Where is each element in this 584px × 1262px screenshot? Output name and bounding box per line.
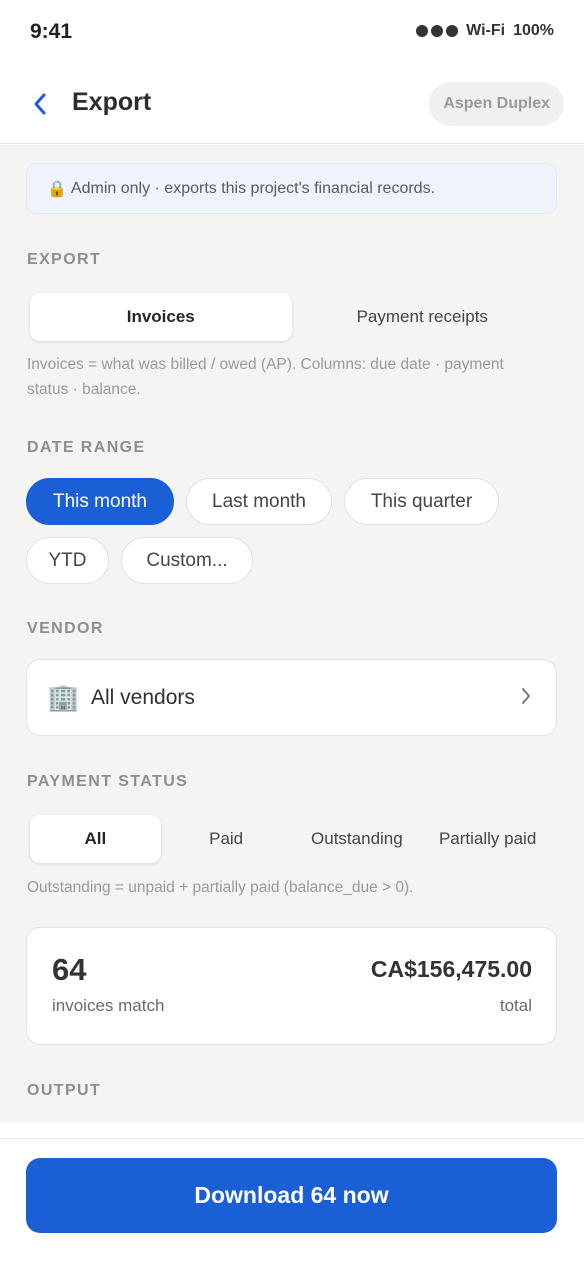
match-summary-card: 64 invoices match CA$156,475.00 total	[26, 927, 557, 1045]
chip-this-month[interactable]: This month	[26, 478, 174, 525]
segment-payment-receipts[interactable]: Payment receipts	[292, 293, 554, 341]
export-type-segmented: Invoices Payment receipts	[26, 289, 557, 345]
back-button[interactable]	[24, 88, 56, 120]
chip-this-quarter[interactable]: This quarter	[344, 478, 499, 525]
segment-paid[interactable]: Paid	[161, 815, 292, 863]
payment-status-segmented: All Paid Outstanding Partially paid	[26, 811, 557, 867]
chevron-right-icon	[522, 688, 530, 704]
admin-notice-text: Admin only · exports this project's fina…	[70, 179, 436, 197]
status-time: 9:41	[30, 20, 73, 43]
battery-label: 100%	[513, 22, 554, 39]
wifi-label: Wi-Fi	[466, 22, 506, 39]
vendor-label: VENDOR	[27, 620, 104, 637]
date-range-label: DATE RANGE	[27, 439, 146, 456]
vendor-select[interactable]: 🏢 All vendors	[26, 659, 557, 736]
match-total: CA$156,475.00	[370, 956, 532, 982]
chip-last-month[interactable]: Last month	[186, 478, 332, 525]
nav-bar: Export Aspen Duplex	[0, 64, 584, 144]
download-button[interactable]: Download 64 now	[26, 1158, 557, 1233]
status-bar: 9:41 Wi-Fi 100%	[0, 0, 584, 64]
project-chip[interactable]: Aspen Duplex	[429, 82, 564, 126]
payment-status-hint: Outstanding = unpaid + partially paid (b…	[27, 879, 414, 896]
output-label: OUTPUT	[27, 1082, 102, 1099]
chip-ytd[interactable]: YTD	[26, 537, 109, 584]
segment-all[interactable]: All	[30, 815, 161, 863]
chevron-left-icon	[34, 93, 46, 115]
signal-icon	[416, 25, 459, 37]
export-hint: Invoices = what was billed / owed (AP). …	[27, 356, 504, 398]
payment-status-label: PAYMENT STATUS	[27, 773, 189, 790]
building-icon: 🏢	[47, 682, 80, 712]
export-section-label: EXPORT	[27, 251, 102, 268]
bottom-action-bar: Download 64 now	[0, 1138, 584, 1262]
segment-outstanding[interactable]: Outstanding	[292, 815, 423, 863]
segment-partially-paid[interactable]: Partially paid	[422, 815, 553, 863]
vendor-value: All vendors	[91, 685, 195, 709]
segment-invoices[interactable]: Invoices	[30, 293, 292, 341]
match-count: 64	[52, 952, 87, 987]
match-total-label: total	[499, 996, 532, 1015]
chip-custom[interactable]: Custom...	[121, 537, 253, 584]
match-count-label: invoices match	[52, 996, 165, 1015]
lock-icon: 🔒	[47, 180, 67, 198]
page-title: Export	[72, 88, 152, 116]
status-indicators: Wi-Fi 100%	[416, 22, 554, 40]
export-form: 🔒 Admin only · exports this project's fi…	[0, 145, 584, 1122]
admin-notice: 🔒 Admin only · exports this project's fi…	[26, 163, 557, 214]
